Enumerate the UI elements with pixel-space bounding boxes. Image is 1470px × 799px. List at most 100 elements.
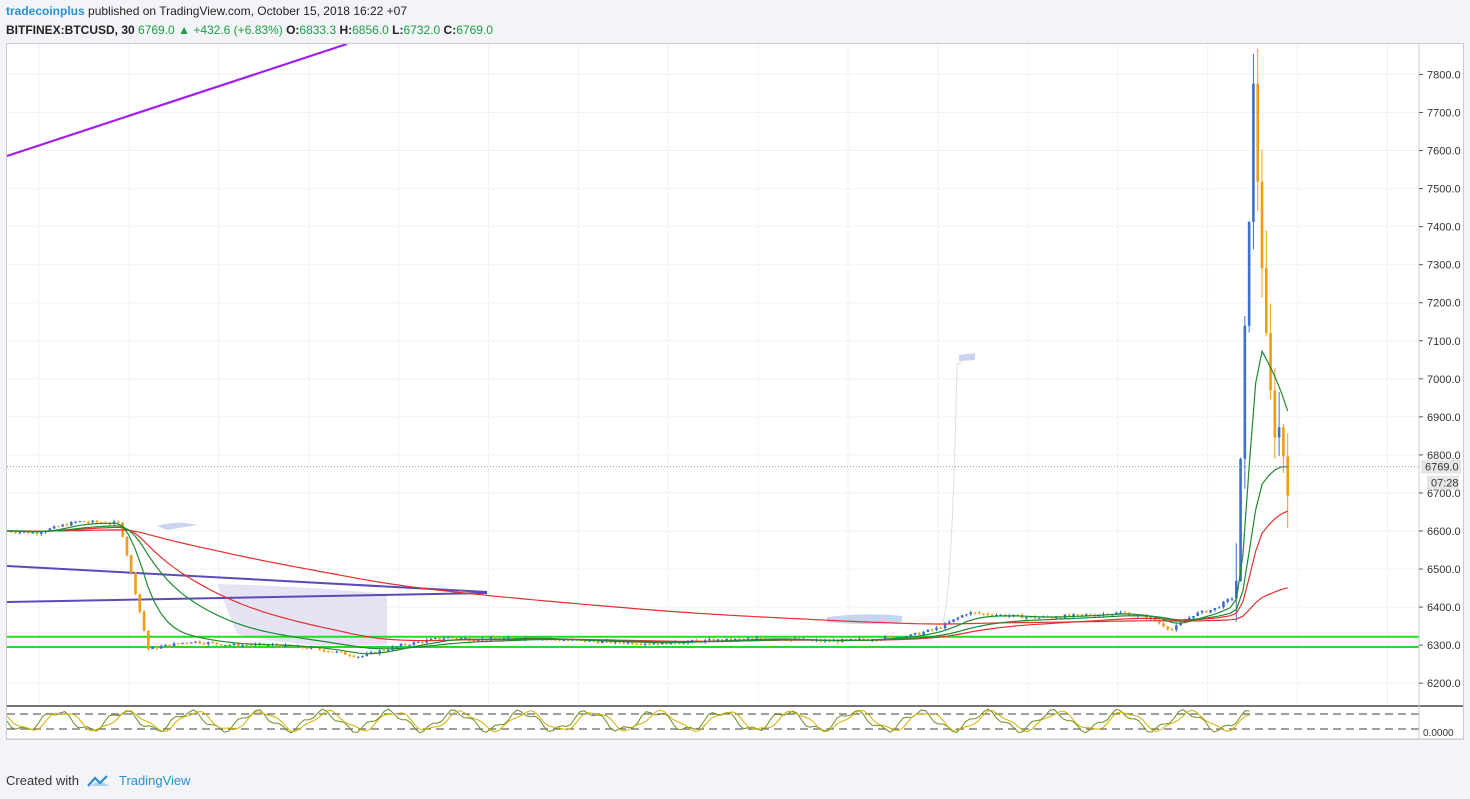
- candle-body: [78, 521, 82, 523]
- low-label: L:: [392, 23, 404, 37]
- candle-body: [395, 646, 399, 648]
- high-label: H:: [339, 23, 353, 37]
- price-chart[interactable]: 6200.06300.06400.06500.06600.06700.06800…: [5, 42, 1463, 757]
- candle-body: [965, 614, 968, 616]
- candle-body: [249, 645, 253, 647]
- candle-body: [129, 555, 133, 573]
- candle-body: [185, 642, 189, 644]
- candle-body: [1196, 612, 1200, 616]
- candle-body: [348, 654, 351, 656]
- candle-body: [1286, 456, 1289, 496]
- candle-body: [177, 643, 180, 645]
- header-row-2: BITFINEX:BTCUSD, 30 6769.0 ▲ +432.6 (+6.…: [6, 23, 493, 38]
- candle-body: [1076, 614, 1080, 616]
- candle-body: [648, 643, 651, 645]
- candle-body: [1226, 599, 1230, 602]
- candle-body: [87, 521, 90, 523]
- candle-body: [1222, 601, 1225, 608]
- candle-body: [562, 640, 566, 642]
- candle-body: [1269, 332, 1272, 391]
- candle-body: [408, 645, 411, 647]
- candle-body: [232, 643, 236, 646]
- candle-body: [305, 647, 309, 649]
- price-change: +432.6 (+6.83%): [193, 23, 283, 37]
- candle-body: [215, 642, 219, 645]
- candle-body: [1123, 612, 1127, 614]
- price-tick-label: 7300.0: [1427, 260, 1461, 272]
- ichimoku-cloud: [157, 353, 975, 646]
- candle-body: [172, 643, 176, 647]
- candle-body: [451, 637, 454, 639]
- candle-body: [39, 532, 43, 534]
- candle-body: [1037, 617, 1041, 619]
- candle-body: [956, 617, 960, 620]
- candle-body: [1209, 609, 1212, 613]
- price-tick-label: 6700.0: [1427, 488, 1461, 500]
- published-text: published on TradingView.com, October 15…: [88, 4, 408, 18]
- candle-body: [155, 646, 159, 649]
- price-axis[interactable]: 6200.06300.06400.06500.06600.06700.06800…: [1418, 44, 1461, 739]
- header-row-1: tradecoinplus published on TradingView.c…: [6, 4, 493, 19]
- candle-body: [147, 630, 150, 650]
- candle-body: [1252, 83, 1255, 222]
- candle-body: [219, 644, 223, 646]
- price-tick-label: 6900.0: [1427, 412, 1461, 424]
- candle-body: [622, 642, 626, 644]
- candle-body: [399, 644, 403, 647]
- candle-body: [142, 611, 146, 631]
- candle-body: [224, 645, 227, 647]
- low-value: 6732.0: [403, 23, 441, 37]
- price-tick-label: 7000.0: [1427, 374, 1461, 386]
- ema-green-line: [6, 349, 1289, 655]
- candle-body: [459, 638, 463, 640]
- candle-body: [198, 641, 202, 644]
- candle-body: [322, 649, 326, 652]
- candle-body: [326, 651, 330, 653]
- candle-body: [1260, 181, 1264, 269]
- candle-body: [1273, 390, 1277, 438]
- candle-body: [82, 521, 86, 523]
- price-tick-label: 7800.0: [1427, 69, 1461, 81]
- author-link[interactable]: tradecoinplus: [6, 4, 85, 18]
- candle-body: [982, 613, 985, 615]
- trendline-purple: [6, 42, 348, 158]
- candle-body: [344, 651, 347, 655]
- candle-body: [138, 594, 142, 612]
- candle-body: [1256, 83, 1260, 182]
- candle-body: [1119, 612, 1122, 614]
- candle-body: [331, 651, 334, 653]
- candle-body: [926, 629, 930, 632]
- candle-body: [189, 642, 193, 644]
- candle-body: [639, 643, 643, 645]
- up-arrow-icon: ▲: [178, 23, 190, 37]
- chart-panel[interactable]: 6200.0 6300.0 6400.0 6500.0 6600.0 6700.0 6800…: [5, 42, 1464, 757]
- tradingview-link[interactable]: TradingView: [119, 773, 191, 788]
- candle-body: [416, 641, 420, 643]
- tradingview-logo-icon[interactable]: [87, 774, 111, 788]
- candle-body: [922, 631, 925, 635]
- candle-body: [952, 619, 955, 622]
- stoch-rsi-oscillator: [6, 705, 1463, 734]
- candle-body: [1055, 617, 1058, 619]
- candle-body: [746, 638, 750, 640]
- candle-body: [14, 532, 17, 534]
- trendlines: [6, 42, 488, 603]
- candle-body: [755, 637, 758, 639]
- candle-body: [412, 642, 416, 646]
- price-tick-label: 6600.0: [1427, 526, 1461, 538]
- countdown-tag-label: 07:28: [1431, 478, 1459, 490]
- candle-body: [159, 646, 163, 649]
- candle-body: [228, 645, 232, 647]
- candle-body: [31, 532, 34, 534]
- candles: [5, 48, 1289, 659]
- candle-body: [404, 644, 407, 646]
- candle-body: [361, 655, 364, 657]
- candle-body: [1247, 221, 1251, 326]
- candle-body: [202, 643, 206, 645]
- candle-body: [236, 643, 240, 647]
- candle-body: [382, 650, 386, 652]
- candle-body: [1200, 610, 1204, 613]
- candle-body: [1067, 614, 1071, 617]
- candle-body: [1192, 615, 1195, 618]
- candle-body: [1217, 607, 1221, 609]
